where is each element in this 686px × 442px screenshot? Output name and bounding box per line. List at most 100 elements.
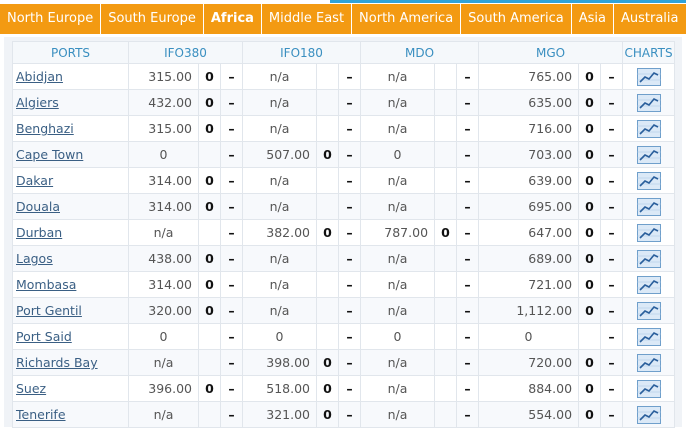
mdo-change <box>434 193 458 220</box>
line-chart-icon[interactable] <box>636 93 661 112</box>
mdo-trend: – <box>456 115 480 142</box>
mgo-trend: – <box>600 89 624 116</box>
ifo180-price: n/a <box>242 245 318 272</box>
line-chart-icon[interactable] <box>636 249 661 268</box>
line-chart-icon[interactable] <box>636 301 661 320</box>
ifo180-trend: – <box>338 349 362 376</box>
table-header-row: PORTS IFO380 IFO180 MDO MGO CHARTS <box>12 41 676 64</box>
port-link[interactable]: Algiers <box>16 95 59 110</box>
line-chart-icon[interactable] <box>636 197 661 216</box>
ifo380-trend: – <box>219 115 244 142</box>
ifo180-price: n/a <box>242 115 318 142</box>
ifo380-trend: – <box>219 401 244 428</box>
header-ifo380: IFO380 <box>127 41 244 64</box>
tab-africa[interactable]: Africa <box>204 4 262 34</box>
ifo180-change <box>316 323 340 350</box>
ifo180-price: n/a <box>242 297 318 324</box>
ifo380-change <box>198 349 221 376</box>
port-link[interactable]: Port Gentil <box>16 303 82 318</box>
port-cell: Cape Town <box>12 141 129 168</box>
line-chart-icon[interactable] <box>636 275 661 294</box>
line-chart-icon[interactable] <box>636 405 661 424</box>
chart-cell <box>622 401 676 428</box>
ifo380-change <box>198 141 221 168</box>
mgo-price: 703.00 <box>478 141 580 168</box>
port-link[interactable]: Douala <box>16 199 60 214</box>
tab-north-america[interactable]: North America <box>352 4 462 34</box>
mgo-change <box>578 323 602 350</box>
line-chart-icon[interactable] <box>636 171 661 190</box>
ifo380-price: 0 <box>128 323 199 350</box>
tab-south-america[interactable]: South America <box>461 4 572 34</box>
mdo-price: n/a <box>360 245 436 272</box>
ifo380-price: 315.00 <box>128 115 199 142</box>
ifo180-price: 398.00 <box>242 349 318 376</box>
header-ifo180: IFO180 <box>242 41 362 64</box>
chart-cell <box>622 349 676 376</box>
line-chart-icon[interactable] <box>636 327 661 346</box>
tab-south-europe[interactable]: South Europe <box>101 4 204 34</box>
tab-middle-east[interactable]: Middle East <box>262 4 353 34</box>
port-link[interactable]: Benghazi <box>16 121 74 136</box>
mgo-change: 0 <box>578 271 602 298</box>
chart-cell <box>622 89 676 116</box>
ifo380-change: 0 <box>198 193 221 220</box>
ifo180-trend: – <box>338 141 362 168</box>
ifo180-change <box>316 89 340 116</box>
mgo-trend: – <box>600 219 624 246</box>
mdo-change <box>434 89 458 116</box>
mdo-change <box>434 141 458 168</box>
mdo-trend: – <box>456 63 480 90</box>
tab-asia[interactable]: Asia <box>572 4 614 34</box>
ifo380-change: 0 <box>198 115 221 142</box>
header-charts: CHARTS <box>622 41 676 64</box>
line-chart-icon[interactable] <box>636 145 661 164</box>
ifo380-trend: – <box>219 89 244 116</box>
mdo-trend: – <box>456 323 480 350</box>
port-link[interactable]: Cape Town <box>16 147 83 162</box>
table-row: Lagos 438.00 0– n/a – n/a –689.00 0– <box>12 245 676 272</box>
mgo-price: 639.00 <box>478 167 580 194</box>
port-link[interactable]: Durban <box>16 225 62 240</box>
ifo380-price: 314.00 <box>128 193 199 220</box>
tab-australia[interactable]: Australia <box>614 4 686 34</box>
table-row: Algiers 432.00 0– n/a – n/a –635.00 0– <box>12 89 676 116</box>
line-chart-icon[interactable] <box>636 119 661 138</box>
port-link[interactable]: Dakar <box>16 173 53 188</box>
ifo380-change: 0 <box>198 245 221 272</box>
tab-north-europe[interactable]: North Europe <box>0 4 102 34</box>
mgo-price: 647.00 <box>478 219 580 246</box>
ifo180-trend: – <box>338 297 362 324</box>
port-link[interactable]: Abidjan <box>16 69 63 84</box>
port-link[interactable]: Lagos <box>16 251 53 266</box>
port-link[interactable]: Suez <box>16 381 46 396</box>
ifo380-price: n/a <box>128 349 199 376</box>
port-link[interactable]: Port Said <box>16 329 72 344</box>
mdo-price: n/a <box>360 89 436 116</box>
mdo-price: 0 <box>360 323 436 350</box>
mgo-price: 720.00 <box>478 349 580 376</box>
line-chart-icon[interactable] <box>636 379 661 398</box>
table-row: Richards Bay n/a –398.00 0– n/a –720.00 0– <box>12 349 676 376</box>
ifo180-price: 507.00 <box>242 141 318 168</box>
prices-panel: PORTS IFO380 IFO180 MDO MGO CHARTS Abidj… <box>4 37 682 428</box>
ifo180-trend: – <box>338 89 362 116</box>
ifo380-price: 315.00 <box>128 63 199 90</box>
port-link[interactable]: Richards Bay <box>16 355 98 370</box>
ifo380-change: 0 <box>198 375 221 402</box>
port-cell: Tenerife <box>12 401 129 428</box>
ifo180-change: 0 <box>316 375 340 402</box>
chart-cell <box>622 167 676 194</box>
line-chart-icon[interactable] <box>636 353 661 372</box>
table-row: Tenerife n/a –321.00 0– n/a –554.00 0– <box>12 401 676 428</box>
port-link[interactable]: Tenerife <box>16 407 66 422</box>
line-chart-icon[interactable] <box>636 67 661 86</box>
mdo-trend: – <box>456 271 480 298</box>
mdo-change <box>434 349 458 376</box>
mdo-change <box>434 167 458 194</box>
ifo180-price: n/a <box>242 193 318 220</box>
line-chart-icon[interactable] <box>636 223 661 242</box>
mdo-trend: – <box>456 141 480 168</box>
ifo180-change <box>316 167 340 194</box>
port-link[interactable]: Mombasa <box>16 277 76 292</box>
